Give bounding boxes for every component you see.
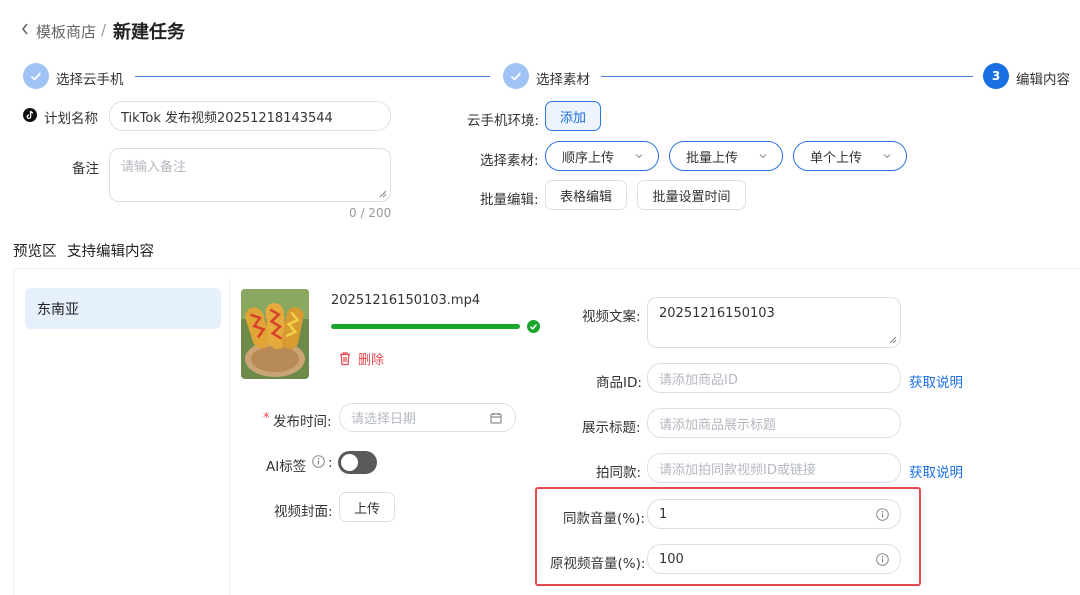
trash-icon bbox=[340, 352, 350, 366]
calendar-icon bbox=[490, 413, 502, 424]
env-label: 云手机环境: bbox=[467, 113, 540, 129]
publish-time-picker[interactable]: 请选择日期 bbox=[339, 403, 516, 432]
orig-volume-input[interactable]: 100 bbox=[647, 544, 901, 574]
step-2-label: 选择素材 bbox=[536, 72, 590, 88]
material-option-label: 批量上传 bbox=[686, 150, 739, 166]
material-label: 选择素材: bbox=[480, 153, 539, 169]
plan-name-label: 计划名称 bbox=[44, 111, 98, 127]
product-id-input[interactable]: 请添加商品ID bbox=[647, 363, 901, 393]
orig-volume-label: 原视频音量(%): bbox=[550, 556, 646, 572]
tiktok-icon bbox=[23, 108, 37, 122]
same-volume-input[interactable]: 1 bbox=[647, 499, 901, 529]
toggle-knob bbox=[341, 454, 358, 471]
product-id-placeholder: 请添加商品ID bbox=[659, 372, 738, 388]
video-cover-label: 视频封面: bbox=[274, 504, 333, 520]
delete-label: 删除 bbox=[358, 353, 385, 368]
upload-progress-track bbox=[331, 324, 520, 329]
same-style-placeholder: 请添加拍同款视频ID或链接 bbox=[659, 462, 816, 478]
material-select-sequential[interactable]: 顺序上传 bbox=[545, 141, 659, 171]
display-title-label: 展示标题: bbox=[582, 420, 641, 436]
page-title: 新建任务 bbox=[113, 22, 185, 43]
material-option-label: 单个上传 bbox=[810, 150, 863, 166]
plan-name-input[interactable]: TikTok 发布视频20251218143544 bbox=[109, 101, 391, 131]
material-select-single[interactable]: 单个上传 bbox=[793, 141, 907, 171]
step-2-check-icon bbox=[503, 63, 529, 89]
env-add-button[interactable]: 添加 bbox=[545, 101, 601, 131]
back-chevron-icon[interactable] bbox=[20, 22, 32, 38]
same-volume-value: 1 bbox=[659, 506, 668, 522]
display-title-placeholder: 请添加商品展示标题 bbox=[659, 417, 777, 433]
same-volume-label: 同款音量(%): bbox=[563, 511, 645, 527]
upload-progress-fill bbox=[331, 324, 520, 329]
step-3-number: 3 bbox=[983, 63, 1009, 89]
resize-handle-icon[interactable] bbox=[889, 336, 897, 344]
material-option-label: 顺序上传 bbox=[562, 150, 615, 166]
same-style-label: 拍同款: bbox=[596, 465, 642, 481]
remark-placeholder: 请输入备注 bbox=[121, 160, 187, 175]
publish-time-label: 发布时间: bbox=[273, 414, 332, 430]
material-select-batch[interactable]: 批量上传 bbox=[669, 141, 783, 171]
publish-time-placeholder: 请选择日期 bbox=[351, 412, 417, 427]
info-icon[interactable] bbox=[876, 508, 889, 521]
caption-textarea[interactable]: 20251216150103 bbox=[647, 297, 901, 348]
chevron-down-icon bbox=[635, 154, 643, 159]
step-3-label: 编辑内容 bbox=[1016, 72, 1070, 88]
upload-success-icon bbox=[527, 320, 540, 333]
cover-upload-button[interactable]: 上传 bbox=[339, 492, 395, 522]
chevron-down-icon bbox=[759, 154, 767, 159]
remark-textarea[interactable]: 请输入备注 bbox=[109, 148, 391, 202]
product-id-label: 商品ID: bbox=[596, 375, 642, 391]
caption-label: 视频文案: bbox=[582, 309, 641, 325]
plan-name-value: TikTok 发布视频20251218143544 bbox=[121, 110, 333, 126]
chevron-down-icon bbox=[883, 154, 891, 159]
preview-title: 预览区 bbox=[13, 244, 57, 260]
same-style-help-link[interactable]: 获取说明 bbox=[909, 461, 963, 481]
video-filename: 20251216150103.mp4 bbox=[331, 293, 481, 308]
caption-value: 20251216150103 bbox=[659, 306, 775, 321]
step-1-check-icon bbox=[23, 63, 49, 89]
remark-label: 备注 bbox=[72, 161, 99, 177]
preview-subtitle: 支持编辑内容 bbox=[67, 244, 154, 260]
display-title-input[interactable]: 请添加商品展示标题 bbox=[647, 408, 901, 438]
same-style-input[interactable]: 请添加拍同款视频ID或链接 bbox=[647, 453, 901, 483]
delete-video-button[interactable]: 删除 bbox=[338, 349, 384, 368]
step-connector-1 bbox=[135, 76, 490, 77]
region-label: 东南亚 bbox=[37, 301, 79, 318]
ai-tag-colon: : bbox=[328, 455, 333, 471]
step-1-label: 选择云手机 bbox=[56, 72, 124, 88]
info-icon[interactable] bbox=[876, 553, 889, 566]
ai-tag-toggle[interactable] bbox=[338, 451, 377, 474]
batch-edit-label: 批量编辑: bbox=[480, 192, 539, 208]
info-icon[interactable] bbox=[312, 455, 325, 468]
table-edit-button[interactable]: 表格编辑 bbox=[545, 180, 627, 210]
product-id-help-link[interactable]: 获取说明 bbox=[909, 371, 963, 391]
preview-divider bbox=[229, 278, 230, 595]
resize-handle-icon[interactable] bbox=[379, 190, 387, 198]
breadcrumb-separator: / bbox=[101, 21, 107, 39]
step-connector-2 bbox=[601, 76, 973, 77]
batch-set-time-button[interactable]: 批量设置时间 bbox=[637, 180, 746, 210]
required-asterisk: * bbox=[263, 411, 270, 426]
video-thumbnail[interactable] bbox=[241, 289, 309, 379]
breadcrumb-parent[interactable]: 模板商店 bbox=[36, 21, 96, 42]
remark-counter: 0 / 200 bbox=[349, 206, 392, 220]
ai-tag-label: AI标签 bbox=[266, 459, 307, 475]
region-item-southeast-asia[interactable]: 东南亚 bbox=[25, 288, 221, 329]
orig-volume-value: 100 bbox=[659, 551, 684, 567]
